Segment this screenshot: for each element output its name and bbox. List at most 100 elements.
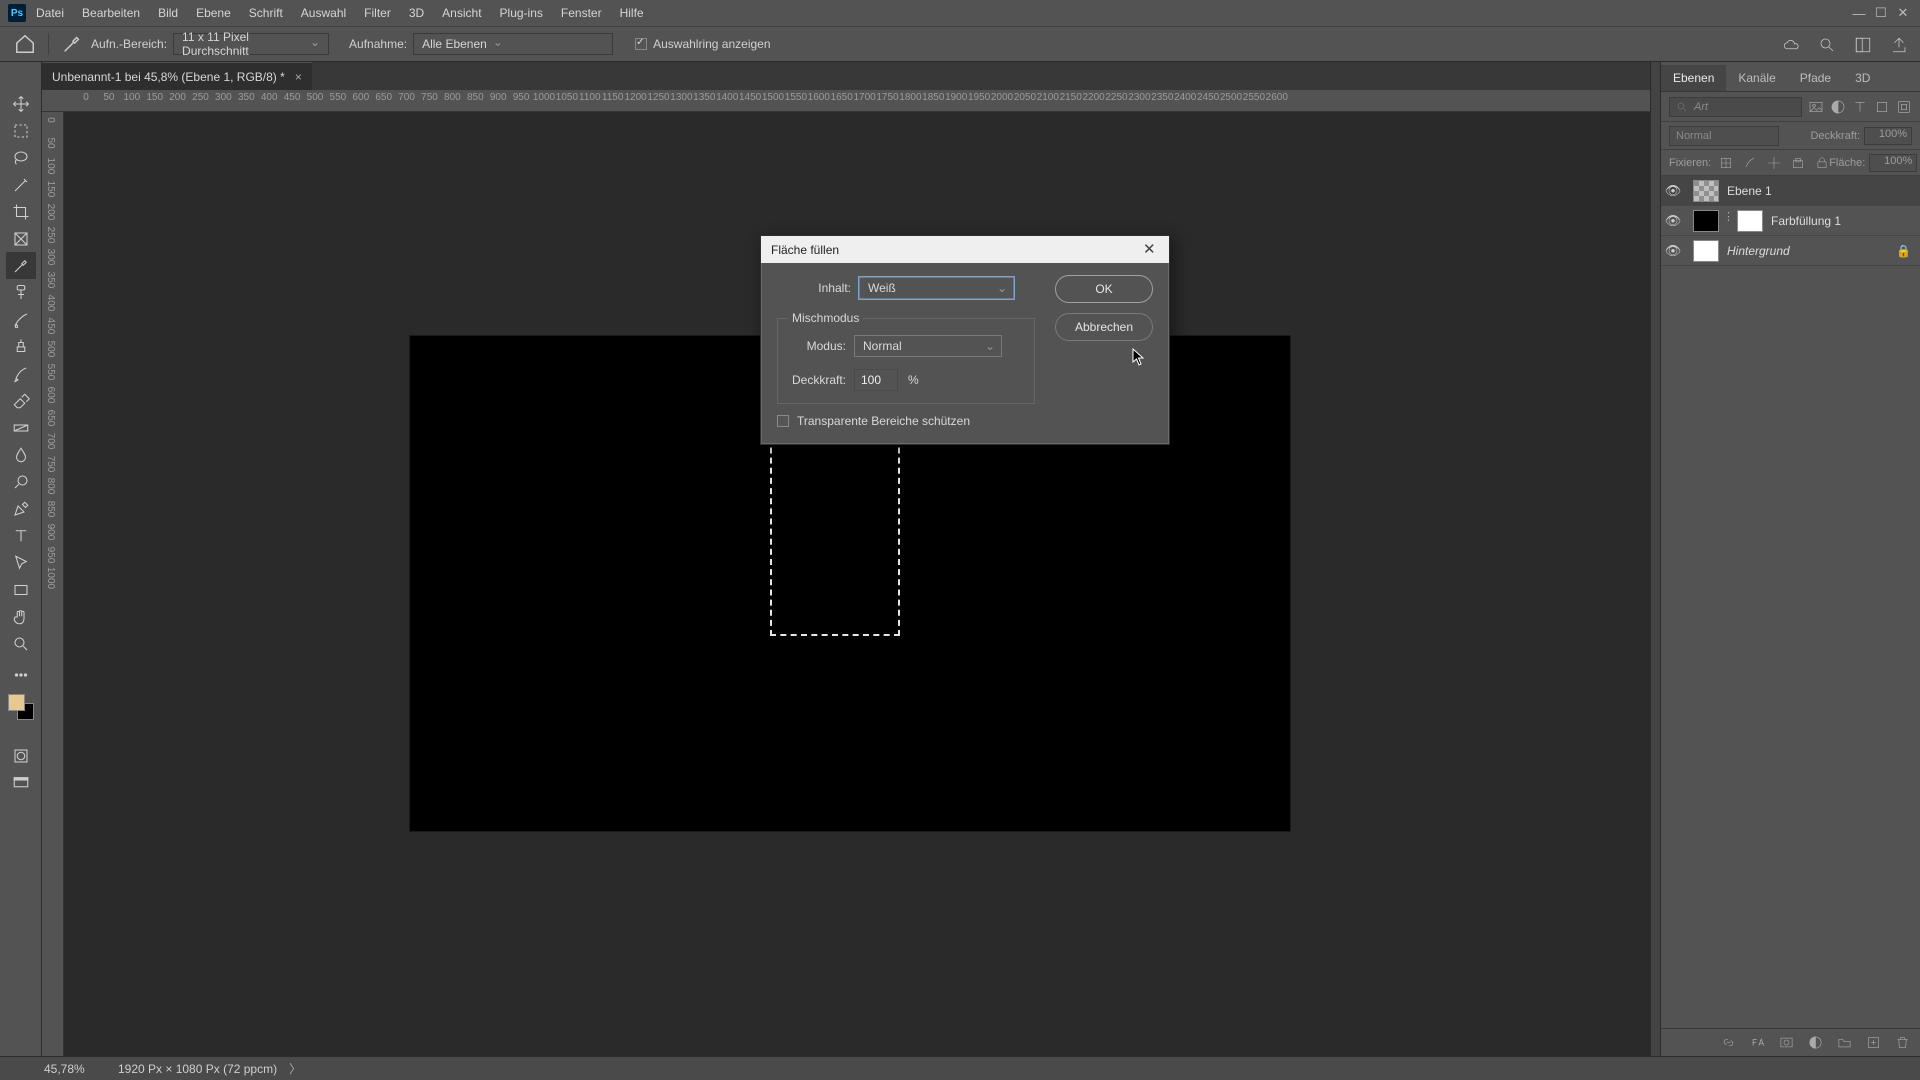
trash-icon[interactable] <box>1895 1035 1910 1050</box>
gradient-tool[interactable] <box>6 414 36 441</box>
filter-type-icon[interactable] <box>1852 99 1868 115</box>
adjustment-layer-icon[interactable] <box>1808 1035 1823 1050</box>
crop-tool[interactable] <box>6 198 36 225</box>
visibility-toggle-icon[interactable]: 👁 <box>1661 243 1685 259</box>
close-icon[interactable]: ✕ <box>1143 240 1161 258</box>
color-swatches[interactable] <box>8 694 34 720</box>
filter-smart-icon[interactable] <box>1896 99 1912 115</box>
type-tool[interactable] <box>6 522 36 549</box>
layer-opacity-input[interactable]: 100% <box>1864 127 1912 145</box>
menu-item[interactable]: Ebene <box>196 6 231 20</box>
menu-item[interactable]: Datei <box>36 6 64 20</box>
edit-toolbar-icon[interactable] <box>6 661 36 688</box>
chevron-right-icon[interactable]: 〉 <box>289 1060 301 1077</box>
magic-wand-tool[interactable] <box>6 171 36 198</box>
menu-item[interactable]: Fenster <box>561 6 602 20</box>
dialog-titlebar[interactable]: Fläche füllen ✕ <box>761 236 1169 263</box>
history-brush-tool[interactable] <box>6 360 36 387</box>
menu-item[interactable]: Ansicht <box>442 6 481 20</box>
layer-row[interactable]: 👁Ebene 1 <box>1661 176 1920 206</box>
layer-name[interactable]: Farbfüllung 1 <box>1771 214 1912 228</box>
menu-item[interactable]: 3D <box>409 6 424 20</box>
layer-thumbnail[interactable] <box>1693 180 1719 202</box>
workspace-icon[interactable] <box>1854 36 1872 54</box>
sample-source-dropdown[interactable]: Alle Ebenen <box>413 33 613 55</box>
filter-adjustment-icon[interactable] <box>1830 99 1846 115</box>
preserve-transparency-checkbox[interactable]: Transparente Bereiche schützen <box>777 414 1153 428</box>
group-icon[interactable] <box>1837 1035 1852 1050</box>
panel-divider[interactable] <box>1650 62 1660 1056</box>
filter-image-icon[interactable] <box>1808 99 1824 115</box>
menu-item[interactable]: Schrift <box>249 6 283 20</box>
menu-item[interactable]: Filter <box>364 6 391 20</box>
rectangle-tool[interactable] <box>6 576 36 603</box>
healing-brush-tool[interactable] <box>6 279 36 306</box>
lock-transparency-icon[interactable] <box>1719 156 1733 170</box>
menu-item[interactable]: Auswahl <box>301 6 346 20</box>
move-tool[interactable] <box>6 90 36 117</box>
tab-3d[interactable]: 3D <box>1843 65 1882 91</box>
layer-thumbnail[interactable] <box>1737 210 1763 232</box>
lock-pixels-icon[interactable] <box>1743 156 1757 170</box>
ok-button[interactable]: OK <box>1055 275 1153 303</box>
mode-dropdown[interactable]: Normal⌄ <box>854 335 1002 357</box>
brush-tool[interactable] <box>6 306 36 333</box>
layer-mask-icon[interactable] <box>1779 1035 1794 1050</box>
hand-tool[interactable] <box>6 603 36 630</box>
eraser-tool[interactable] <box>6 387 36 414</box>
menu-item[interactable]: Bild <box>158 6 178 20</box>
new-layer-icon[interactable] <box>1866 1035 1881 1050</box>
visibility-toggle-icon[interactable]: 👁 <box>1661 213 1685 229</box>
marquee-tool[interactable] <box>6 117 36 144</box>
foreground-color[interactable] <box>8 694 25 711</box>
tab-channels[interactable]: Kanäle <box>1726 65 1787 91</box>
blur-tool[interactable] <box>6 441 36 468</box>
search-icon[interactable] <box>1818 36 1836 54</box>
link-layers-icon[interactable] <box>1721 1035 1736 1050</box>
cloud-icon[interactable] <box>1782 36 1800 54</box>
layer-row[interactable]: 👁⋮Farbfüllung 1 <box>1661 206 1920 236</box>
zoom-tool[interactable] <box>6 630 36 657</box>
menu-item[interactable]: Bearbeiten <box>82 6 140 20</box>
tab-layers[interactable]: Ebenen <box>1661 65 1726 91</box>
layer-name[interactable]: Ebene 1 <box>1727 184 1912 198</box>
menu-item[interactable]: Hilfe <box>620 6 644 20</box>
lock-nested-icon[interactable] <box>1791 156 1805 170</box>
dodge-tool[interactable] <box>6 468 36 495</box>
lock-icon[interactable]: 🔒 <box>1896 244 1912 258</box>
zoom-level[interactable]: 45,78% <box>44 1062 104 1076</box>
frame-tool[interactable] <box>6 225 36 252</box>
layer-search-input[interactable]: Art <box>1669 97 1802 117</box>
eyedropper-icon[interactable] <box>61 33 83 55</box>
screen-mode-icon[interactable] <box>6 769 36 796</box>
document-tab[interactable]: Unbenannt-1 bei 45,8% (Ebene 1, RGB/8) *… <box>42 62 312 90</box>
layer-fill-input[interactable]: 100% <box>1869 154 1917 172</box>
eyedropper-tool[interactable] <box>6 252 36 279</box>
fx-icon[interactable] <box>1750 1035 1765 1050</box>
layer-name[interactable]: Hintergrund <box>1727 244 1888 258</box>
quick-mask-icon[interactable] <box>6 742 36 769</box>
menu-item[interactable]: Plug-ins <box>500 6 543 20</box>
filter-shape-icon[interactable] <box>1874 99 1890 115</box>
lock-position-icon[interactable] <box>1767 156 1781 170</box>
share-icon[interactable] <box>1890 36 1908 54</box>
cancel-button[interactable]: Abbrechen <box>1055 313 1153 341</box>
lasso-tool[interactable] <box>6 144 36 171</box>
doc-info[interactable]: 1920 Px × 1080 Px (72 ppcm) <box>118 1062 277 1076</box>
path-selection-tool[interactable] <box>6 549 36 576</box>
show-sampling-ring-checkbox[interactable]: Auswahlring anzeigen <box>635 37 770 51</box>
sample-range-dropdown[interactable]: 11 x 11 Pixel Durchschnitt <box>173 33 329 55</box>
clone-stamp-tool[interactable] <box>6 333 36 360</box>
blend-mode-dropdown[interactable]: Normal <box>1669 126 1779 146</box>
window-minimize-icon[interactable]: — <box>1848 6 1870 21</box>
layer-thumbnail[interactable] <box>1693 210 1719 232</box>
window-maximize-icon[interactable]: ☐ <box>1870 5 1892 21</box>
fill-content-dropdown[interactable]: Weiß⌄ <box>859 277 1014 299</box>
window-close-icon[interactable]: ✕ <box>1892 5 1914 21</box>
pen-tool[interactable] <box>6 495 36 522</box>
opacity-input[interactable]: 100 <box>854 369 898 391</box>
home-icon[interactable] <box>14 33 36 55</box>
close-icon[interactable]: × <box>295 70 302 84</box>
layer-row[interactable]: 👁 Hintergrund 🔒 <box>1661 236 1920 266</box>
lock-all-icon[interactable] <box>1815 156 1829 170</box>
